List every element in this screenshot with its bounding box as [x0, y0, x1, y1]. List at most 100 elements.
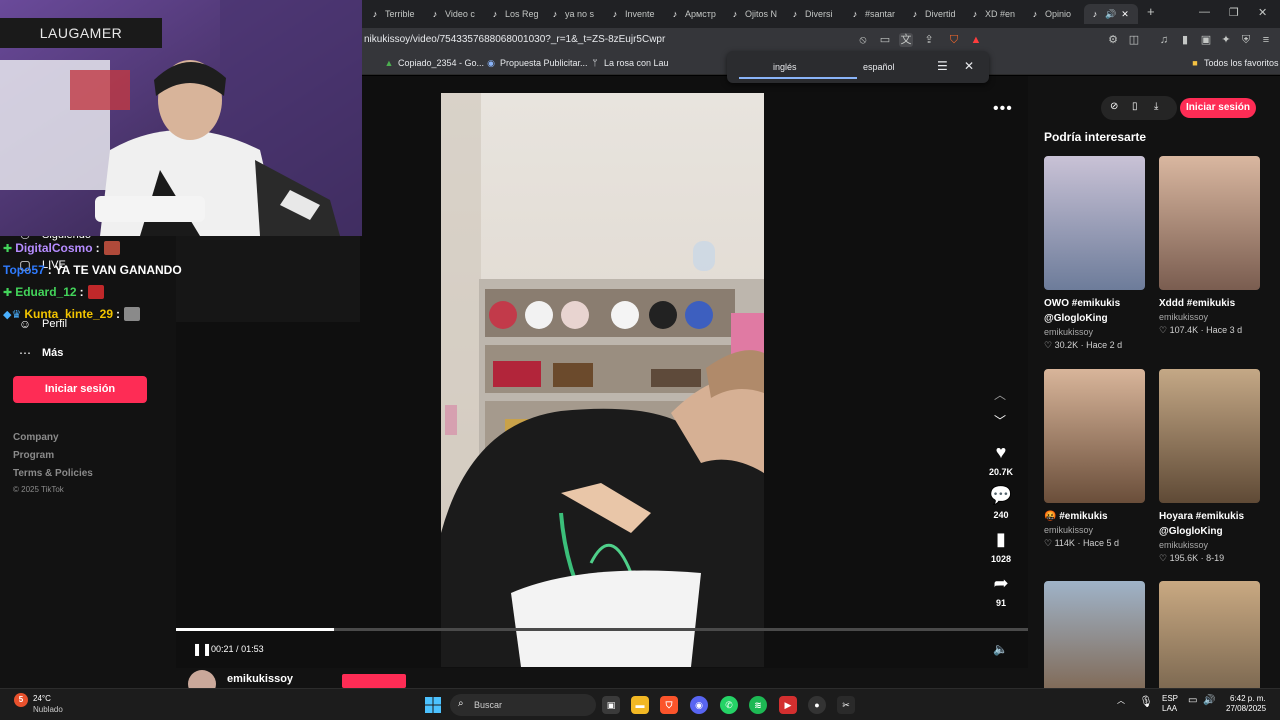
close-icon[interactable]: ✕ — [964, 59, 974, 73]
audio-playing-icon[interactable]: 🔊 — [1105, 9, 1116, 19]
tab-2[interactable]: ♪ Video c — [430, 4, 480, 24]
microphone-icon[interactable]: 🎙 — [1139, 695, 1153, 708]
clock-time[interactable]: 6:42 p. m. — [1230, 694, 1266, 703]
new-tab-button[interactable]: + — [1147, 4, 1155, 19]
hamburger-icon[interactable]: ☰ — [937, 59, 948, 73]
weather-desc[interactable]: Nublado — [33, 705, 63, 714]
progress-bar[interactable] — [176, 628, 1028, 631]
video-thumbnail[interactable] — [1159, 156, 1260, 290]
video-card[interactable]: Xddd #emikukis emikukissoy ♡ 107.4K · Ha… — [1159, 156, 1260, 336]
bookmark-2[interactable]: ◉ Propuesta Publicitar... — [486, 58, 588, 68]
volume-tray-icon[interactable]: 🔊 — [1203, 695, 1215, 706]
share-arrow-icon: ➦ — [993, 573, 1009, 593]
weather-badge-icon[interactable]: 5 — [14, 693, 28, 707]
url-field[interactable]: nikukissoy/video/7543357688068001030?_r=… — [364, 34, 665, 45]
header-login-button[interactable]: Iniciar sesión — [1180, 98, 1256, 118]
tab-8[interactable]: ♪ Diversi — [790, 4, 840, 24]
footer-terms[interactable]: Terms & Policies — [13, 468, 93, 479]
snipping-tool-icon[interactable]: ✂ — [837, 696, 855, 714]
tab-active[interactable]: ♪ 🔊 ✕ — [1084, 4, 1138, 24]
webcam-overlay: LAUGAMER — [0, 0, 362, 236]
tab-close-icon[interactable]: ✕ — [1120, 9, 1130, 19]
show-hidden-icons[interactable]: ︿ — [1117, 695, 1125, 706]
network-icon[interactable]: ▭ — [1188, 695, 1197, 706]
tab-5[interactable]: ♪ Invente — [610, 4, 660, 24]
volume-icon[interactable]: 🔈 — [993, 642, 1008, 656]
follow-button[interactable] — [342, 674, 406, 688]
translate-icon[interactable]: 文 — [899, 33, 913, 47]
file-explorer-icon[interactable]: ▬ — [631, 696, 649, 714]
tab-9[interactable]: ♪ #santar — [850, 4, 900, 24]
obs-icon[interactable]: ● — [808, 696, 826, 714]
like-action[interactable]: ♥ 20.7K — [981, 442, 1021, 477]
more-options-button[interactable]: ••• — [993, 100, 1013, 118]
video-thumbnail[interactable] — [1159, 369, 1260, 503]
compass-icon[interactable]: ⊘ — [1110, 101, 1118, 112]
brave-shield-icon[interactable]: ⛉ — [947, 33, 961, 47]
comment-action[interactable]: 💬 240 — [981, 485, 1021, 520]
tab-10[interactable]: ♪ Divertid — [910, 4, 960, 24]
pause-button[interactable]: ❚❚ — [192, 642, 212, 656]
tab-11[interactable]: ♪ XD #en — [970, 4, 1020, 24]
share-action[interactable]: ➦ 91 — [981, 573, 1021, 608]
chat-message: ✚ Eduard_12 : — [3, 285, 104, 299]
sidebar-icon[interactable]: ▮ — [1178, 33, 1192, 47]
input-language[interactable]: ESP — [1162, 694, 1178, 703]
video-thumbnail[interactable] — [1044, 369, 1145, 503]
login-button[interactable]: Iniciar sesión — [13, 376, 147, 403]
capture-icon[interactable]: ◫ — [1127, 33, 1141, 47]
brave-browser-icon[interactable]: ⛉ — [660, 696, 678, 714]
video-card[interactable]: Hoyara #emikukis @GlogloKing emikukissoy… — [1159, 369, 1260, 564]
app-red-icon[interactable]: ▶ — [779, 696, 797, 714]
windows-start-icon[interactable] — [425, 697, 441, 713]
tab-12[interactable]: ♪ Opinio — [1030, 4, 1080, 24]
video-frame[interactable] — [441, 93, 764, 667]
discord-icon[interactable]: ◉ — [690, 696, 708, 714]
author-strip: emikukissoy — [176, 668, 1028, 698]
translate-option-spanish[interactable]: español — [863, 62, 895, 72]
bookmark-3[interactable]: ᛘ La rosa con Lau — [590, 58, 668, 68]
screen: ♪ Terrible ♪ Video c ♪ Los Reg ♪ ya no s ♪ In… — [0, 0, 1280, 720]
bookmark-1[interactable]: ▲ Copiado_2354 - Go... — [384, 58, 485, 68]
menu-icon[interactable]: ≡ — [1259, 33, 1273, 47]
brave-rewards-icon[interactable]: ▲ — [969, 33, 983, 47]
tab-3[interactable]: ♪ Los Reg — [490, 4, 540, 24]
tab-1[interactable]: ♪ Terrible — [370, 4, 420, 24]
emote-icon — [103, 241, 120, 255]
extensions-icon[interactable]: ⚙ — [1106, 33, 1120, 47]
all-bookmarks[interactable]: ■ Todos los favoritos — [1190, 58, 1278, 68]
no-camera-icon[interactable]: ⦸ — [856, 33, 870, 47]
media-icon[interactable]: ♫ — [1157, 33, 1171, 47]
previous-video-icon[interactable]: ︿ — [994, 386, 1006, 403]
vpn-icon[interactable]: ⛨ — [1239, 33, 1253, 47]
video-card[interactable]: 🤬 #emikukis emikukissoy ♡ 114K · Hace 5 … — [1044, 369, 1145, 549]
download-icon[interactable]: ⤓ — [1154, 101, 1158, 112]
cast-icon[interactable]: ▭ — [878, 33, 892, 47]
minimize-icon[interactable]: — — [1199, 6, 1210, 18]
translate-option-english[interactable]: inglés — [773, 62, 797, 72]
spotify-icon[interactable]: ≋ — [749, 696, 767, 714]
next-video-icon[interactable]: ﹀ — [994, 412, 1006, 429]
share-icon[interactable]: ⇪ — [922, 33, 936, 47]
tab-7[interactable]: ♪ Ojitos N — [730, 4, 780, 24]
clock-date[interactable]: 27/08/2025 — [1226, 704, 1266, 713]
weather-temp[interactable]: 24°C — [33, 694, 51, 703]
mobile-icon[interactable]: ▯ — [1132, 101, 1138, 112]
save-action[interactable]: ▮ 1028 — [981, 529, 1021, 564]
author-name[interactable]: emikukissoy — [227, 673, 293, 685]
whatsapp-icon[interactable]: ✆ — [720, 696, 738, 714]
taskbar-search[interactable]: ⌕ Buscar — [450, 694, 596, 716]
task-view-icon[interactable]: ▣ — [602, 696, 620, 714]
video-thumbnail[interactable] — [1044, 156, 1145, 290]
tab-6[interactable]: ♪ Армстр — [670, 4, 720, 24]
maximize-icon[interactable]: ❐ — [1229, 6, 1239, 19]
input-layout[interactable]: LAA — [1162, 704, 1177, 713]
footer-company[interactable]: Company — [13, 432, 59, 443]
close-window-icon[interactable]: ✕ — [1258, 6, 1267, 19]
video-card[interactable]: OWO #emikukis @GlogloKing emikukissoy ♡ … — [1044, 156, 1145, 351]
wallet-icon[interactable]: ▣ — [1199, 33, 1213, 47]
footer-program[interactable]: Program — [13, 450, 54, 461]
nav-more[interactable]: ⋯ Más — [18, 346, 63, 360]
leo-ai-icon[interactable]: ✦ — [1219, 33, 1233, 47]
tab-4[interactable]: ♪ ya no s — [550, 4, 600, 24]
